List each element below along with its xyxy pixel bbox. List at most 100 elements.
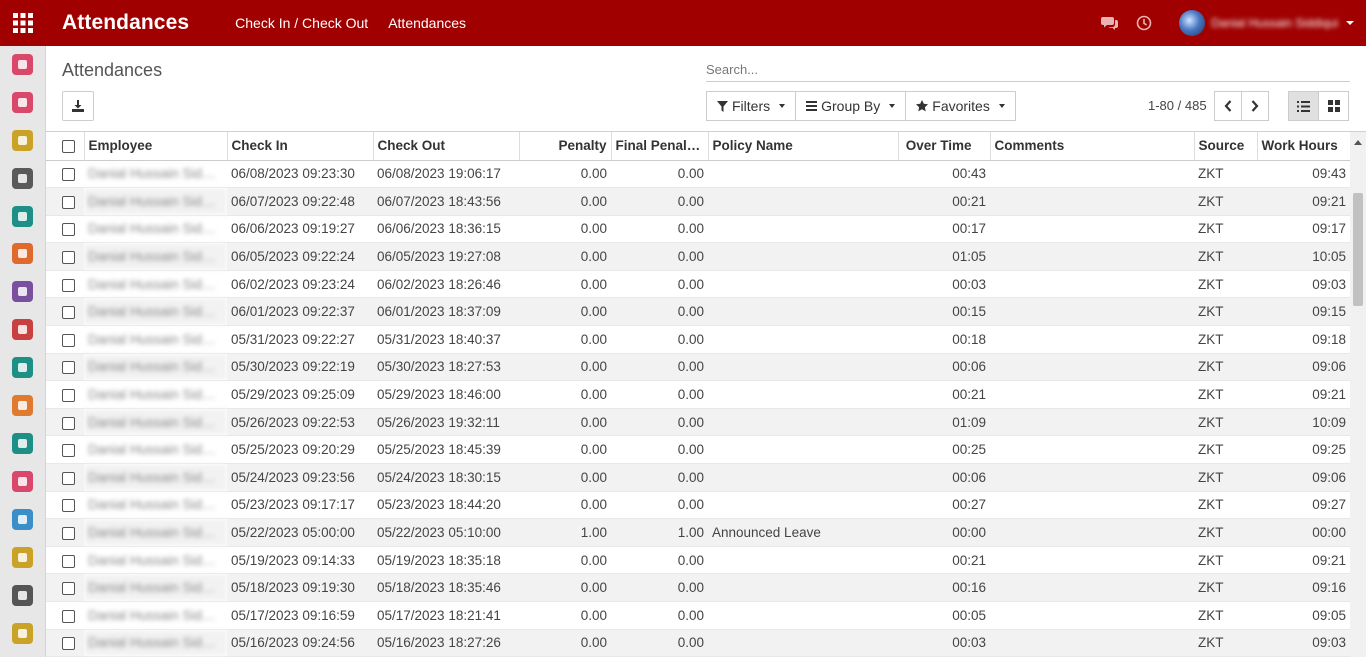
cell-penalty: 0.00 — [519, 353, 611, 382]
row-checkbox[interactable] — [46, 435, 84, 465]
column-header-final-penalty[interactable]: Final Penalty... — [611, 132, 709, 161]
list-view-button[interactable] — [1288, 91, 1319, 121]
column-header-over-time[interactable]: Over Time — [898, 132, 991, 161]
attendance-icon — [18, 515, 27, 524]
cell-source: ZKT — [1194, 353, 1257, 382]
column-header-check-out[interactable]: Check Out — [373, 132, 520, 161]
sidebar-app-lunch[interactable] — [12, 623, 33, 644]
table-row[interactable]: Danial Hussain Siddiq... 05/16/2023 09:24… — [46, 629, 1350, 657]
favorites-button[interactable]: Favorites — [905, 91, 1016, 121]
menu-check-in-check-out[interactable]: Check In / Check Out — [235, 15, 368, 31]
table-row[interactable]: Danial Hussain Siddiq... 05/19/2023 09:14… — [46, 546, 1350, 575]
pager-next-button[interactable] — [1241, 91, 1269, 121]
select-all-checkbox[interactable] — [46, 132, 85, 161]
pager-value[interactable]: 1-80 / 485 — [1148, 98, 1207, 113]
cell-comments — [990, 601, 1194, 630]
cell-check-out: 05/16/2023 18:27:26 — [373, 629, 519, 657]
cell-penalty: 0.00 — [519, 601, 611, 630]
export-button[interactable] — [62, 91, 94, 121]
row-checkbox[interactable] — [46, 629, 84, 657]
row-checkbox[interactable] — [46, 160, 84, 189]
table-row[interactable]: Danial Hussain Siddiq... 06/08/2023 09:23… — [46, 160, 1350, 189]
row-checkbox[interactable] — [46, 573, 84, 602]
row-checkbox[interactable] — [46, 491, 84, 520]
sidebar-app-website[interactable] — [12, 243, 33, 264]
table-row[interactable]: Danial Hussain Siddiq... 06/05/2023 09:22… — [46, 242, 1350, 271]
row-checkbox[interactable] — [46, 408, 84, 437]
table-row[interactable]: Danial Hussain Siddiq... 05/18/2023 09:19… — [46, 573, 1350, 602]
user-menu[interactable]: Danial Hussain Siddiqui — [1179, 10, 1354, 36]
top-menu: Check In / Check Out Attendances — [235, 15, 466, 31]
table-row[interactable]: Danial Hussain Siddiq... 05/25/2023 09:20… — [46, 435, 1350, 465]
table-row[interactable]: Danial Hussain Siddiq... 06/07/2023 09:22… — [46, 187, 1350, 216]
table-row[interactable]: Danial Hussain Siddiq... 05/30/2023 09:22… — [46, 353, 1350, 382]
table-row[interactable]: Danial Hussain Siddiq... 05/26/2023 09:22… — [46, 408, 1350, 437]
table-row[interactable]: Danial Hussain Siddiq... 06/06/2023 09:19… — [46, 215, 1350, 244]
table-row[interactable]: Danial Hussain Siddiq... 05/22/2023 05:00… — [46, 518, 1350, 547]
table-row[interactable]: Danial Hussain Siddiq... 05/24/2023 09:23… — [46, 463, 1350, 492]
cell-check-out: 05/31/2023 18:40:37 — [373, 325, 519, 354]
cell-check-out: 06/02/2023 18:26:46 — [373, 270, 519, 299]
table-row[interactable]: Danial Hussain Siddiq... 06/01/2023 09:22… — [46, 297, 1350, 327]
search-input[interactable]: Search... — [706, 62, 1350, 82]
vertical-scrollbar[interactable] — [1350, 132, 1366, 657]
sidebar-app-notes[interactable] — [12, 168, 33, 189]
column-header-policy-name[interactable]: Policy Name — [708, 132, 899, 161]
row-checkbox[interactable] — [46, 546, 84, 575]
scroll-up-arrow[interactable] — [1354, 140, 1362, 145]
row-checkbox[interactable] — [46, 187, 84, 216]
row-checkbox[interactable] — [46, 270, 84, 299]
sidebar-app-survey[interactable] — [12, 395, 33, 416]
menu-attendances[interactable]: Attendances — [388, 15, 466, 31]
column-header-check-in[interactable]: Check In — [227, 132, 374, 161]
kanban-view-button[interactable] — [1318, 91, 1349, 121]
chat-button[interactable] — [1097, 11, 1121, 35]
sidebar-app-timer[interactable] — [12, 319, 33, 340]
column-header-comments[interactable]: Comments — [990, 132, 1195, 161]
sidebar-app-contacts[interactable] — [12, 206, 33, 227]
column-header-penalty[interactable]: Penalty — [519, 132, 612, 161]
filters-button[interactable]: Filters — [706, 91, 797, 121]
sidebar-app-employees[interactable] — [12, 433, 33, 454]
sidebar-app-attendance[interactable] — [12, 509, 33, 530]
row-checkbox[interactable] — [46, 353, 84, 382]
group-by-button[interactable]: Group By — [795, 91, 907, 121]
row-checkbox[interactable] — [46, 380, 84, 409]
calendar-icon — [18, 136, 27, 145]
cell-comments — [990, 463, 1194, 492]
table-row[interactable]: Danial Hussain Siddiq... 05/17/2023 09:16… — [46, 601, 1350, 630]
row-checkbox[interactable] — [46, 463, 84, 492]
sidebar-app-appraisal[interactable] — [12, 547, 33, 568]
row-checkbox[interactable] — [46, 325, 84, 354]
pager-previous-button[interactable] — [1214, 91, 1242, 121]
cell-penalty: 0.00 — [519, 270, 611, 299]
row-checkbox[interactable] — [46, 601, 84, 630]
table-row[interactable]: Danial Hussain Siddiq... 06/02/2023 09:23… — [46, 270, 1350, 299]
activity-button[interactable] — [1132, 11, 1156, 35]
sidebar-app-payroll[interactable] — [12, 585, 33, 606]
table-row[interactable]: Danial Hussain Siddiq... 05/23/2023 09:17… — [46, 491, 1350, 520]
search-options: Filters Group By Favorites — [706, 91, 1016, 121]
sidebar-app-discuss[interactable] — [12, 92, 33, 113]
row-checkbox[interactable] — [46, 297, 84, 327]
cell-work-hours: 10:05 — [1257, 242, 1350, 271]
sidebar-app-tag[interactable] — [12, 357, 33, 378]
table-row[interactable]: Danial Hussain Siddiq... 05/29/2023 09:25… — [46, 380, 1350, 409]
sidebar-app-calendar[interactable] — [12, 130, 33, 151]
sidebar-app-apps[interactable] — [12, 281, 33, 302]
sidebar-app-recruitment[interactable] — [12, 471, 33, 492]
column-header-work-hours[interactable]: Work Hours — [1257, 132, 1350, 161]
row-checkbox[interactable] — [46, 242, 84, 271]
cell-employee: Danial Hussain Siddiq... — [84, 546, 227, 575]
apps-menu-button[interactable] — [0, 0, 46, 46]
cell-source: ZKT — [1194, 546, 1257, 575]
scrollbar-thumb[interactable] — [1353, 193, 1363, 306]
row-checkbox[interactable] — [46, 215, 84, 244]
column-header-employee[interactable]: Employee — [84, 132, 228, 161]
column-header-source[interactable]: Source — [1194, 132, 1258, 161]
sidebar-app-dashboard[interactable] — [12, 54, 33, 75]
group-by-label: Group By — [821, 98, 881, 114]
cell-penalty: 0.00 — [519, 408, 611, 437]
table-row[interactable]: Danial Hussain Siddiq... 05/31/2023 09:22… — [46, 325, 1350, 354]
row-checkbox[interactable] — [46, 518, 84, 547]
